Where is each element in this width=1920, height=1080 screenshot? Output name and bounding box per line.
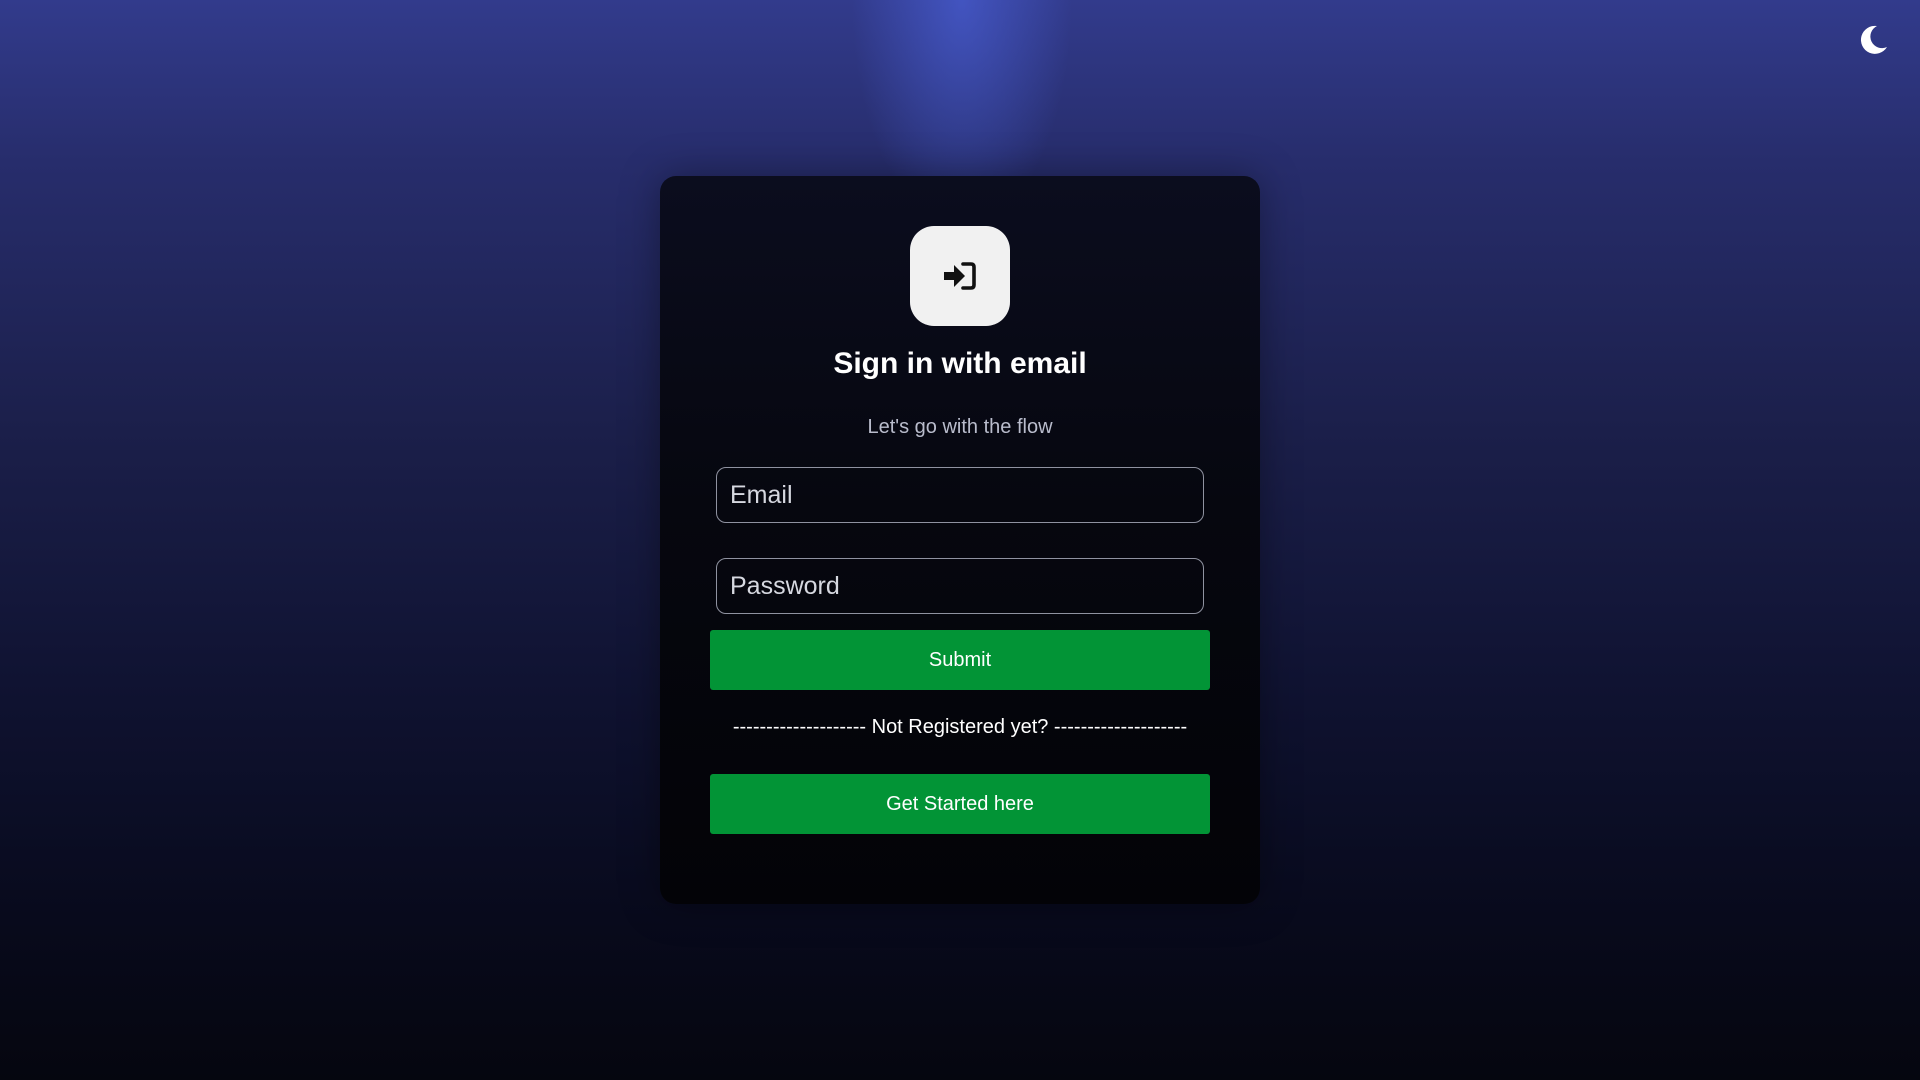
- moon-icon: [1860, 25, 1887, 54]
- sign-in-card: Sign in with email Let's go with the flo…: [660, 176, 1260, 904]
- page-title: Sign in with email: [833, 347, 1087, 380]
- email-field[interactable]: [716, 467, 1204, 523]
- password-field[interactable]: [716, 558, 1204, 614]
- get-started-button[interactable]: Get Started here: [710, 774, 1210, 834]
- sign-in-logo: [910, 226, 1010, 326]
- not-registered-divider: -------------------- Not Registered yet?…: [732, 716, 1188, 738]
- page-subtitle: Let's go with the flow: [867, 416, 1053, 438]
- sign-in-arrow-icon: [944, 262, 976, 290]
- submit-button[interactable]: Submit: [710, 630, 1210, 690]
- theme-toggle-button[interactable]: [1853, 20, 1893, 60]
